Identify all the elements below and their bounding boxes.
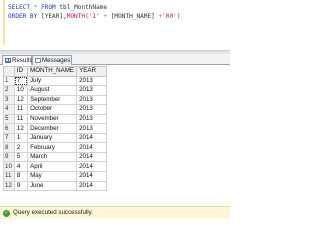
query-editor[interactable]: SELECT * FROM tbl_MonthName ORDER BY [YE… (0, 0, 230, 45)
cell-id[interactable]: 10 (13, 85, 29, 96)
cell-year[interactable]: 2014 (76, 132, 107, 144)
cell-id[interactable]: 7 (13, 75, 29, 87)
cell-month-name[interactable]: July (27, 75, 78, 87)
cell-id[interactable]: 2 (13, 142, 29, 153)
cell-month-name[interactable]: December (27, 123, 78, 134)
cell-year[interactable]: 2014 (76, 161, 107, 172)
row-number[interactable]: 12 (3, 180, 15, 192)
message-icon (35, 58, 41, 63)
cell-id[interactable]: 11 (13, 104, 29, 115)
order-column-year: [YEAR], (41, 13, 67, 20)
plus-operator: + (103, 13, 108, 20)
cell-month-name[interactable]: June (27, 180, 78, 192)
code-line-2: ORDER BY [YEAR],MONTH('1' + [MONTH_NAME]… (8, 13, 180, 20)
cell-month-name[interactable]: February (27, 142, 78, 153)
table-row[interactable]: 4 11 October 2013 (3, 104, 107, 115)
cell-month-name[interactable]: March (27, 151, 78, 163)
cell-id[interactable]: 8 (13, 171, 29, 182)
cell-month-name[interactable]: January (27, 132, 78, 144)
cell-year[interactable]: 2014 (76, 180, 107, 192)
function-month: MONTH (66, 13, 86, 20)
row-number[interactable]: 2 (3, 85, 15, 96)
table-row[interactable]: 1 7 July 2013 (3, 75, 107, 87)
tab-results-label: Results (12, 57, 33, 64)
cell-year[interactable]: 2013 (76, 113, 107, 125)
row-number[interactable]: 10 (3, 161, 15, 172)
string-literal-2: '00') (162, 13, 181, 20)
row-number[interactable]: 5 (3, 113, 15, 125)
cell-id[interactable]: 4 (13, 161, 29, 172)
cell-id[interactable]: 5 (13, 151, 29, 163)
table-row[interactable]: 2 10 August 2013 (3, 85, 107, 96)
tab-messages-label: Messages (42, 57, 71, 64)
row-number[interactable]: 4 (3, 104, 15, 115)
cell-month-name[interactable]: April (27, 161, 78, 172)
results-grid[interactable]: ID MONTH_NAME YEAR 1 7 July 2013 2 10 August 20… (3, 66, 107, 204)
cell-month-name[interactable]: November (27, 113, 78, 125)
table-row[interactable]: 11 8 May 2014 (3, 171, 107, 182)
cell-year[interactable]: 2014 (76, 171, 107, 182)
results-table: ID MONTH_NAME YEAR 1 7 July 2013 2 10 August 20… (3, 66, 107, 192)
table-row[interactable]: 9 5 March 2014 (3, 151, 107, 163)
cell-month-name[interactable]: October (27, 104, 78, 115)
status-bar: ✓ Query executed successfully. (0, 206, 230, 219)
tab-messages[interactable]: Messages (32, 55, 72, 65)
row-number[interactable]: 8 (3, 142, 15, 153)
code-line-1: SELECT * FROM tbl_MonthName (8, 4, 107, 11)
keyword-from: FROM (41, 4, 56, 11)
table-row[interactable]: 12 9 June 2014 (3, 180, 107, 192)
row-number[interactable]: 6 (3, 123, 15, 134)
status-text: Query executed successfully. (13, 209, 94, 216)
cell-month-name[interactable]: August (27, 85, 78, 96)
cell-year[interactable]: 2014 (76, 151, 107, 163)
table-row[interactable]: 3 12 September 2013 (3, 94, 107, 106)
cell-year[interactable]: 2013 (76, 104, 107, 115)
table-row[interactable]: 6 12 December 2013 (3, 123, 107, 134)
column-header-id[interactable]: ID (13, 66, 29, 77)
results-tab-strip: Results Messages (0, 54, 230, 65)
order-column-month-name: [MONTH_NAME] (110, 13, 155, 20)
cell-month-name[interactable]: September (27, 94, 78, 106)
keyword-order-by: ORDER BY (8, 13, 38, 20)
row-number[interactable]: 7 (3, 132, 15, 144)
column-header-month-name[interactable]: MONTH_NAME (27, 66, 78, 77)
corner-cell[interactable] (3, 66, 15, 77)
table-row[interactable]: 8 2 February 2014 (3, 142, 107, 153)
cell-year[interactable]: 2013 (76, 123, 107, 134)
grid-icon (5, 58, 11, 63)
cell-id[interactable]: 9 (13, 180, 29, 192)
row-number[interactable]: 3 (3, 94, 15, 106)
table-name: tbl_MonthName (59, 4, 108, 11)
change-marker (3, 0, 5, 45)
cell-year[interactable]: 2013 (76, 75, 107, 87)
cell-year[interactable]: 2013 (76, 94, 107, 106)
cell-id[interactable]: 11 (13, 113, 29, 125)
cell-id[interactable]: 12 (13, 94, 29, 106)
cell-id[interactable]: 1 (13, 132, 29, 144)
tab-results[interactable]: Results (2, 55, 33, 65)
cell-year[interactable]: 2014 (76, 142, 107, 153)
cell-month-name[interactable]: May (27, 171, 78, 182)
table-row[interactable]: 5 11 November 2013 (3, 113, 107, 125)
cell-year[interactable]: 2013 (76, 85, 107, 96)
table-row[interactable]: 7 1 January 2014 (3, 132, 107, 144)
cell-id[interactable]: 12 (13, 123, 29, 134)
column-header-year[interactable]: YEAR (76, 66, 107, 77)
row-number[interactable]: 1 (3, 75, 15, 87)
row-number[interactable]: 9 (3, 151, 15, 163)
string-literal-1: ('1' (85, 13, 100, 20)
star-token: * (33, 4, 38, 11)
row-number[interactable]: 11 (3, 171, 15, 182)
header-row: ID MONTH_NAME YEAR (3, 66, 107, 77)
table-row[interactable]: 10 4 April 2014 (3, 161, 107, 172)
success-check-icon: ✓ (3, 210, 10, 217)
keyword-select: SELECT (8, 4, 31, 11)
